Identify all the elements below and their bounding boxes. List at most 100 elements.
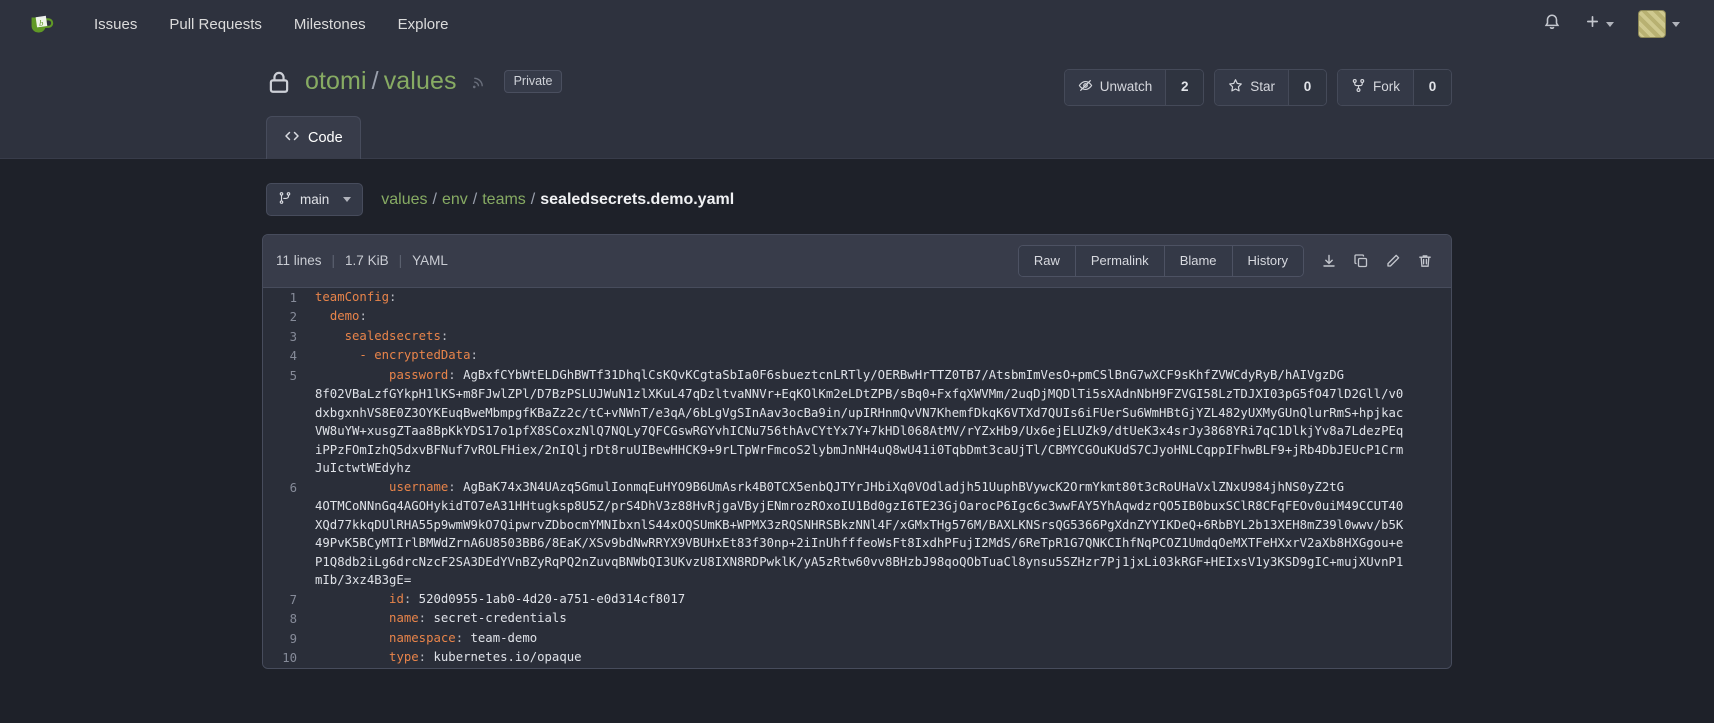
- code-token: JuIctwtWEdyhz: [315, 461, 411, 475]
- watch-button-group: Unwatch 2: [1064, 69, 1205, 106]
- line-number[interactable]: [263, 459, 309, 478]
- line-number[interactable]: [263, 553, 309, 572]
- meta-divider: |: [332, 253, 336, 268]
- code-token: :: [419, 650, 426, 664]
- repo-name-link[interactable]: values: [384, 67, 457, 95]
- top-navbar: b Issues Pull Requests Milestones Explor…: [0, 0, 1714, 49]
- star-button[interactable]: Star: [1215, 70, 1288, 105]
- watch-count[interactable]: 2: [1165, 70, 1203, 105]
- file-path-row: main values/env/teams/sealedsecrets.demo…: [262, 183, 1452, 216]
- code-token: [315, 368, 389, 382]
- repo-separator: /: [372, 67, 379, 95]
- code-line: 8f02VBaLzfGYkpH1lKS+m8FJwlZPl/D7BzPSLUJW…: [263, 385, 1451, 404]
- code-token: [315, 611, 389, 625]
- nav-link-issues[interactable]: Issues: [78, 10, 153, 39]
- line-number[interactable]: 9: [263, 629, 309, 649]
- nav-link-milestones[interactable]: Milestones: [278, 10, 382, 39]
- code-viewer[interactable]: 1teamConfig:2 demo:3 sealedsecrets:4 - e…: [263, 288, 1451, 668]
- branch-selector[interactable]: main: [266, 183, 363, 216]
- line-number[interactable]: 8: [263, 609, 309, 629]
- svg-text:b: b: [39, 18, 43, 28]
- nav-link-pull-requests[interactable]: Pull Requests: [153, 10, 278, 39]
- create-new-button[interactable]: [1573, 8, 1626, 40]
- nav-link-explore[interactable]: Explore: [382, 10, 465, 39]
- line-number[interactable]: 5: [263, 366, 309, 386]
- line-number[interactable]: [263, 422, 309, 441]
- file-view-box: 11 lines | 1.7 KiB | YAML Raw Permalink …: [262, 234, 1452, 669]
- fork-button[interactable]: Fork: [1338, 70, 1413, 105]
- repo-actions: Unwatch 2 Star 0: [1064, 69, 1452, 106]
- notifications-button[interactable]: [1531, 7, 1573, 42]
- page-title: otomi/values: [305, 67, 457, 96]
- tab-code[interactable]: Code: [266, 116, 361, 159]
- code-line: 49PvK5BCyMTIrlBMWdZrnA6U8503BB6/8EaK/XSv…: [263, 534, 1451, 553]
- code-line: mIb/3xz4B3gE=: [263, 571, 1451, 590]
- code-token: [315, 631, 389, 645]
- code-line-content: 8f02VBaLzfGYkpH1lKS+m8FJwlZPl/D7BzPSLUJW…: [309, 385, 1451, 404]
- code-token: password: [389, 368, 448, 382]
- code-token: iPPzFOmIzhQ5dxvBFNuf7vROLFHiex/2nIQljrDt…: [315, 443, 1403, 457]
- star-label: Star: [1250, 80, 1275, 95]
- edit-pencil-icon[interactable]: [1380, 248, 1406, 274]
- breadcrumb-item-teams[interactable]: teams: [482, 191, 526, 208]
- code-line-content: namespace: team-demo: [309, 629, 1451, 649]
- code-line: XQd77kkqDUlRHA55p9wmW9kO7QipwrvZDbocmYMN…: [263, 516, 1451, 535]
- code-line-content: iPPzFOmIzhQ5dxvBFNuf7vROLFHiex/2nIQljrDt…: [309, 441, 1451, 460]
- delete-trash-icon[interactable]: [1412, 248, 1438, 274]
- blame-button[interactable]: Blame: [1165, 246, 1233, 276]
- code-token: P1Q8db2iLg6drcNzcF2SA3DEdYVnBZyRqPQ2nZuv…: [315, 555, 1403, 569]
- breadcrumb-item-values[interactable]: values: [381, 191, 427, 208]
- fork-count[interactable]: 0: [1413, 70, 1451, 105]
- breadcrumb-item-env[interactable]: env: [442, 191, 468, 208]
- code-line-content: - encryptedData:: [309, 346, 1451, 366]
- line-number[interactable]: [263, 516, 309, 535]
- history-button[interactable]: History: [1233, 246, 1303, 276]
- copy-icon[interactable]: [1348, 248, 1374, 274]
- code-token: AgBaK74x3N4UAzq5GmulIonmqEuHYO9B6UmAsrk4…: [456, 480, 1344, 494]
- line-number[interactable]: [263, 534, 309, 553]
- line-number[interactable]: [263, 497, 309, 516]
- line-number[interactable]: [263, 404, 309, 423]
- code-line-content: username: AgBaK74x3N4UAzq5GmulIonmqEuHYO…: [309, 478, 1451, 498]
- line-number[interactable]: 6: [263, 478, 309, 498]
- line-number[interactable]: 1: [263, 288, 309, 308]
- line-number[interactable]: [263, 571, 309, 590]
- gitea-logo[interactable]: b: [24, 8, 56, 40]
- code-token: :: [456, 631, 463, 645]
- line-number[interactable]: 4: [263, 346, 309, 366]
- code-line-content: P1Q8db2iLg6drcNzcF2SA3DEdYVnBZyRqPQ2nZuv…: [309, 553, 1451, 572]
- raw-button[interactable]: Raw: [1019, 246, 1076, 276]
- bell-icon: [1543, 13, 1561, 36]
- line-number[interactable]: 10: [263, 648, 309, 668]
- permalink-button[interactable]: Permalink: [1076, 246, 1165, 276]
- unwatch-button[interactable]: Unwatch: [1065, 70, 1166, 105]
- code-token: :: [419, 611, 426, 625]
- star-icon: [1228, 78, 1243, 97]
- user-menu-button[interactable]: [1626, 4, 1692, 44]
- line-number[interactable]: 3: [263, 327, 309, 347]
- star-count[interactable]: 0: [1288, 70, 1326, 105]
- status-badge: Private: [504, 70, 563, 93]
- code-line: iPPzFOmIzhQ5dxvBFNuf7vROLFHiex/2nIQljrDt…: [263, 441, 1451, 460]
- code-line: dxbgxnhVS8E0Z3OYKEuqBweMbmpgfKBaZz2c/tC+…: [263, 404, 1451, 423]
- code-line-content: 4OTMCoNNnGq4AGOHykidTO7eA31HHtugksp8U5Z/…: [309, 497, 1451, 516]
- code-token: :: [359, 309, 366, 323]
- file-icon-actions: [1316, 248, 1438, 274]
- code-line: VW8uYW+xusgZTaa8BpKkYDS17o1pfX8SCoxzNlQ7…: [263, 422, 1451, 441]
- chevron-down-icon: [1606, 22, 1614, 27]
- code-line: 5 password: AgBxfCYbWtELDGhBWTf31DhqlCsK…: [263, 366, 1451, 386]
- repo-owner-link[interactable]: otomi: [305, 67, 367, 95]
- code-line: 6 username: AgBaK74x3N4UAzq5GmulIonmqEuH…: [263, 478, 1451, 498]
- code-token: team-demo: [463, 631, 537, 645]
- code-line: 2 demo:: [263, 307, 1451, 327]
- line-number[interactable]: 7: [263, 590, 309, 610]
- code-token: 49PvK5BCyMTIrlBMWdZrnA6U8503BB6/8EaK/XSv…: [315, 536, 1403, 550]
- download-icon[interactable]: [1316, 248, 1342, 274]
- file-language: YAML: [412, 253, 448, 268]
- line-number[interactable]: [263, 385, 309, 404]
- line-number[interactable]: 2: [263, 307, 309, 327]
- line-number[interactable]: [263, 441, 309, 460]
- rss-icon[interactable]: [470, 73, 487, 90]
- code-token: AgBxfCYbWtELDGhBWTf31DhqlCsKQvKCgtaSbIa0…: [456, 368, 1344, 382]
- plus-icon: [1585, 14, 1600, 34]
